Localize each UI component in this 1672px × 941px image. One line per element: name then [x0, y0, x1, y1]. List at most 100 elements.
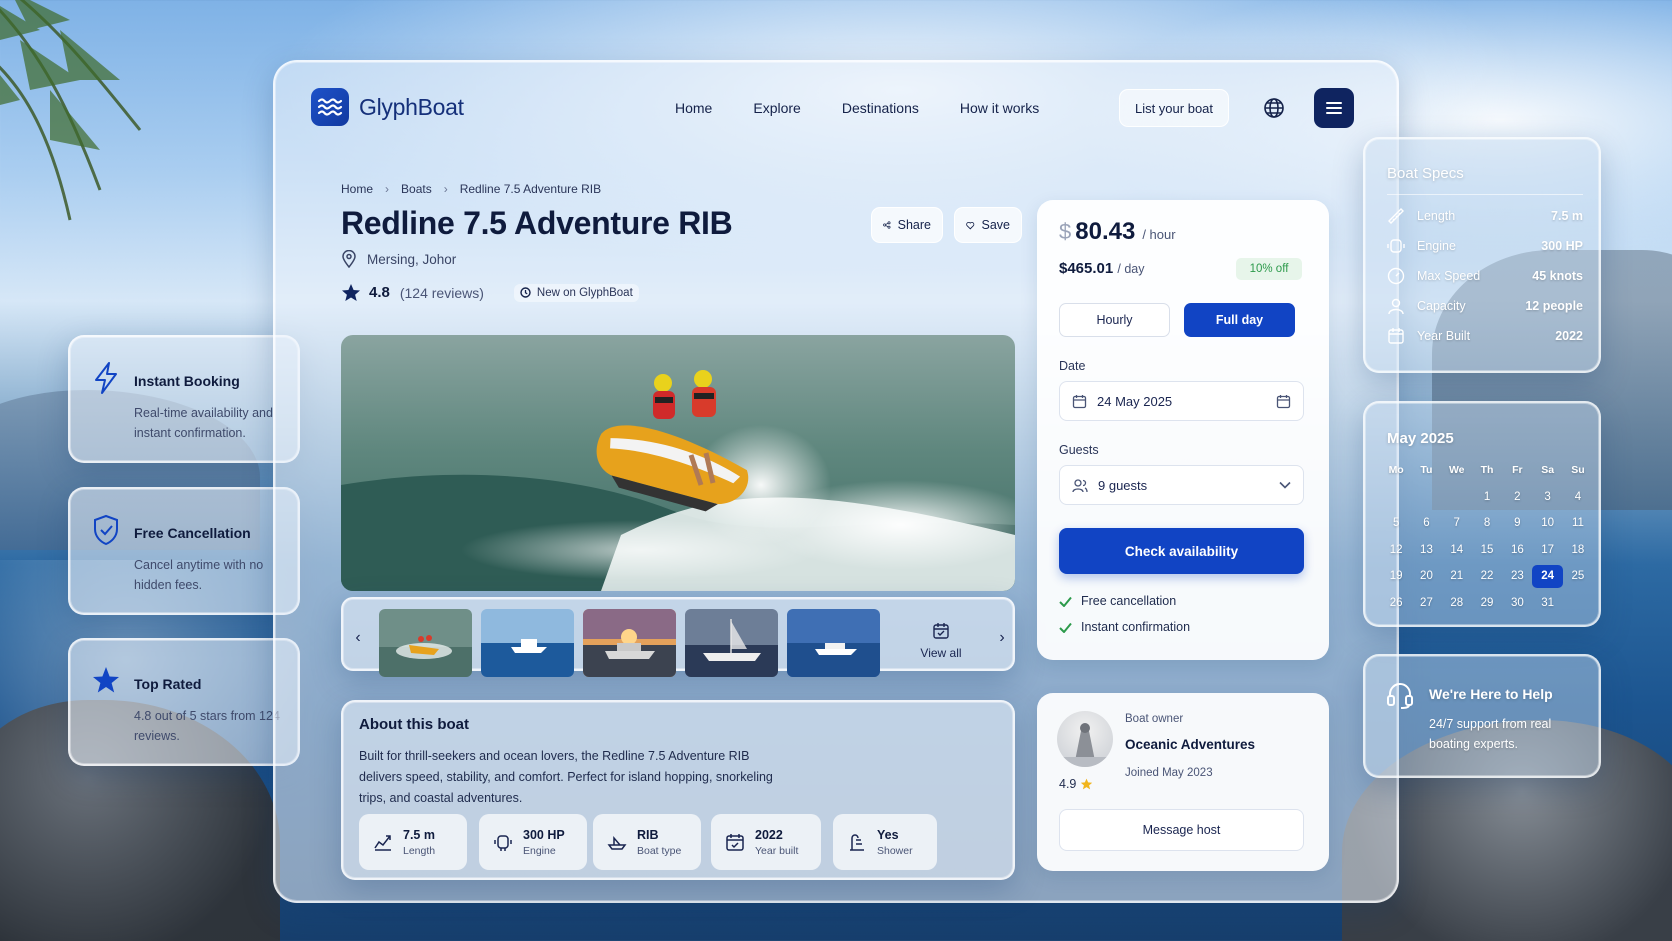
day-price-amount: $465.01 [1059, 260, 1114, 277]
calendar-icon [1388, 328, 1404, 344]
divider [1387, 194, 1583, 195]
help-title: We're Here to Help [1429, 686, 1553, 702]
spec-row-year-built: Year Built 2022 [1387, 327, 1583, 345]
calendar-day[interactable]: 3 [1532, 486, 1562, 509]
calendar-day[interactable]: 20 [1411, 565, 1441, 588]
thumbnail-5[interactable] [787, 609, 880, 677]
calendar-day[interactable]: 1 [1472, 486, 1502, 509]
nav-links: Home Explore Destinations How it works [675, 100, 1039, 116]
calendar-weekday: Th [1480, 464, 1494, 477]
nav-link-how-it-works[interactable]: How it works [960, 100, 1039, 116]
view-all-button[interactable]: View all [901, 611, 981, 671]
calendar-day[interactable]: 5 [1381, 512, 1411, 535]
calendar-day[interactable]: 2 [1502, 486, 1532, 509]
review-count[interactable]: (124 reviews) [400, 285, 484, 301]
calendar-day[interactable]: 29 [1472, 592, 1502, 615]
location-text: Mersing, Johor [367, 251, 457, 267]
gallery-icon [933, 623, 949, 639]
thumbnail-1[interactable] [379, 609, 472, 677]
feature-text: 4.8 out of 5 stars from 124 reviews. [134, 709, 280, 743]
calendar-day[interactable]: 6 [1411, 512, 1441, 535]
hamburger-menu-button[interactable] [1314, 88, 1354, 128]
perk-instant-confirmation: Instant confirmation [1059, 620, 1190, 634]
hero-image[interactable] [341, 335, 1015, 591]
spec-value: Yes [877, 827, 899, 842]
date-field[interactable]: 24 May 2025 [1059, 381, 1304, 421]
calendar-day[interactable]: 19 [1381, 565, 1411, 588]
calendar-day[interactable]: 4 [1563, 486, 1593, 509]
message-host-button[interactable]: Message host [1059, 809, 1304, 851]
share-button[interactable]: Share [871, 207, 943, 243]
about-text: Built for thrill-seekers and ocean lover… [359, 749, 773, 805]
calendar-day[interactable]: 26 [1381, 592, 1411, 615]
spec-row-value: 45 knots [1532, 269, 1583, 283]
tab-full-day[interactable]: Full day [1184, 303, 1295, 337]
share-icon [883, 221, 891, 229]
owner-name[interactable]: Oceanic Adventures [1125, 737, 1255, 752]
date-label: Date [1059, 359, 1086, 373]
guests-value: 9 guests [1098, 477, 1148, 493]
owner-role: Boat owner [1125, 713, 1184, 725]
boat-icon [607, 835, 627, 850]
nav-link-destinations[interactable]: Destinations [842, 100, 919, 116]
headset-icon [1387, 683, 1413, 709]
breadcrumb-boats[interactable]: Boats [401, 182, 432, 196]
calendar-day[interactable]: 12 [1381, 539, 1411, 562]
view-all-label: View all [920, 646, 962, 660]
calendar-day-selected[interactable]: 24 [1532, 565, 1563, 588]
jet-boat-photo [341, 335, 1015, 591]
calendar-day[interactable]: 30 [1502, 592, 1532, 615]
thumbnail-4[interactable] [685, 609, 778, 677]
day-price-unit: / day [1117, 262, 1145, 276]
calendar-day[interactable]: 31 [1532, 592, 1562, 615]
calendar-day[interactable]: 10 [1532, 512, 1562, 535]
calendar-grid: Mo Tu We Th Fr Sa Su 1 2 3 4 5 6 7 8 9 10 11 12 13 14 15 16 17 1… [1381, 459, 1593, 614]
rating-row: 4.8 (124 reviews) New on GlyphBoat [341, 283, 639, 302]
spec-row-value: 7.5 m [1551, 209, 1583, 223]
calendar-day[interactable]: 15 [1472, 539, 1502, 562]
feature-card-top-rated: Top Rated 4.8 out of 5 stars from 124 re… [68, 638, 300, 766]
calendar-day[interactable]: 9 [1502, 512, 1532, 535]
calendar-picker-icon[interactable] [1276, 394, 1291, 409]
calendar-day[interactable]: 21 [1442, 565, 1472, 588]
calendar-day[interactable]: 16 [1502, 539, 1532, 562]
calendar-day[interactable]: 27 [1411, 592, 1441, 615]
calendar-icon [1072, 394, 1087, 408]
thumbnail-2[interactable] [481, 609, 574, 677]
feature-title: Instant Booking [134, 373, 240, 389]
spec-value: 7.5 m [403, 827, 435, 842]
avatar[interactable] [1057, 711, 1113, 767]
calendar-day[interactable]: 25 [1563, 565, 1593, 588]
feature-title: Top Rated [134, 676, 202, 692]
calendar-day[interactable]: 17 [1532, 539, 1562, 562]
calendar-day[interactable]: 7 [1442, 512, 1472, 535]
list-your-boat-button[interactable]: List your boat [1119, 89, 1229, 127]
breadcrumb-home[interactable]: Home [341, 182, 373, 196]
calendar-day[interactable]: 18 [1563, 539, 1593, 562]
check-availability-button[interactable]: Check availability [1059, 528, 1304, 574]
logo[interactable]: GlyphBoat [311, 88, 464, 126]
feature-card-free-cancellation: Free Cancellation Cancel anytime with no… [68, 487, 300, 615]
map-pin-icon [342, 250, 356, 268]
tab-hourly[interactable]: Hourly [1059, 303, 1170, 337]
nav-link-explore[interactable]: Explore [753, 100, 800, 116]
feature-card-instant-booking: Instant Booking Real-time availability a… [68, 335, 300, 463]
star-icon [93, 667, 119, 693]
calendar-day[interactable]: 23 [1502, 565, 1532, 588]
calendar-day[interactable]: 13 [1411, 539, 1441, 562]
nav-link-home[interactable]: Home [675, 100, 712, 116]
save-button[interactable]: Save [954, 207, 1022, 243]
calendar-day[interactable]: 8 [1472, 512, 1502, 535]
calendar-weekday: Fr [1512, 464, 1523, 477]
owner-card: 4.9 Boat owner Oceanic Adventures Joined… [1037, 693, 1329, 871]
thumbnail-3[interactable] [583, 609, 676, 677]
chevron-right-icon[interactable]: › [993, 629, 1011, 647]
spec-label: Length [403, 844, 436, 857]
calendar-day[interactable]: 22 [1472, 565, 1502, 588]
calendar-day[interactable]: 14 [1442, 539, 1472, 562]
calendar-day[interactable]: 28 [1442, 592, 1472, 615]
chevron-left-icon[interactable]: ‹ [349, 629, 367, 647]
calendar-day[interactable]: 11 [1563, 512, 1593, 535]
globe-icon[interactable] [1263, 97, 1285, 119]
guests-select[interactable]: 9 guests [1059, 465, 1304, 505]
